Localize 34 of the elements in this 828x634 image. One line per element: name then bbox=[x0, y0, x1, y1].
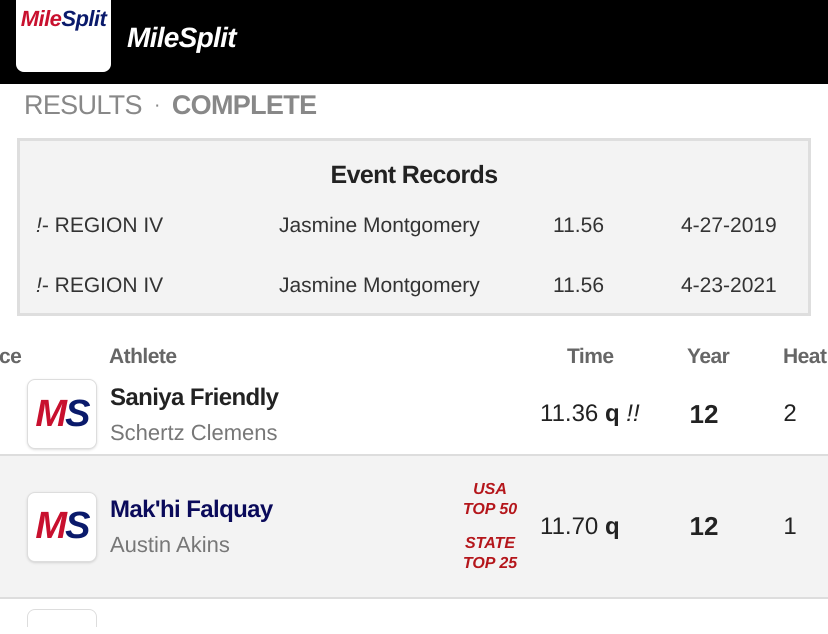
result-heat: 2 bbox=[782, 399, 798, 429]
column-header: Athlete bbox=[109, 344, 178, 370]
result-heat: 1 bbox=[782, 512, 798, 542]
team-logo: MS bbox=[27, 492, 97, 562]
record-athlete: Jasmine Montgomery bbox=[279, 212, 481, 239]
record-athlete: Jasmine Montgomery bbox=[279, 272, 481, 299]
result-year: 12 bbox=[688, 510, 720, 543]
athlete-name[interactable]: Saniya Friendly bbox=[110, 380, 440, 416]
breadcrumb-separator: · bbox=[154, 93, 160, 118]
team-logo: MS bbox=[27, 379, 97, 449]
brand-logo[interactable]: MileSplit bbox=[127, 24, 236, 52]
ranking-label: USA TOP 50 bbox=[462, 480, 518, 520]
record-date: 4-23-2021 bbox=[681, 272, 777, 299]
record-time: 11.56 bbox=[553, 272, 605, 299]
breadcrumb-section[interactable]: RESULTS bbox=[24, 84, 142, 126]
records-title: Event Records bbox=[330, 160, 498, 191]
ranking-label: STATE TOP 25 bbox=[462, 534, 518, 574]
team-name[interactable]: Austin Akins bbox=[110, 528, 440, 561]
breadcrumb-status: COMPLETE bbox=[172, 88, 316, 122]
column-header: Heat bbox=[783, 344, 826, 370]
column-header: Year bbox=[687, 344, 730, 370]
record-time: 11.56 bbox=[553, 212, 605, 239]
team-name[interactable]: Schertz Clemens bbox=[110, 416, 440, 448]
column-header: ce bbox=[0, 344, 22, 370]
athlete-name[interactable]: Mak'hi Falquay bbox=[110, 492, 440, 528]
result-year: 12 bbox=[688, 398, 720, 430]
logo-tile bbox=[27, 609, 97, 627]
record-date: 4-27-2019 bbox=[681, 212, 777, 239]
result-time: 11.70 q bbox=[540, 512, 621, 542]
record-label: !- REGION IV bbox=[36, 272, 164, 299]
app-icon[interactable]: MileSplit bbox=[16, 0, 111, 72]
result-time: 11.36 q !! bbox=[540, 399, 641, 429]
column-header: Time bbox=[567, 344, 615, 370]
record-label: !- REGION IV bbox=[36, 212, 164, 239]
